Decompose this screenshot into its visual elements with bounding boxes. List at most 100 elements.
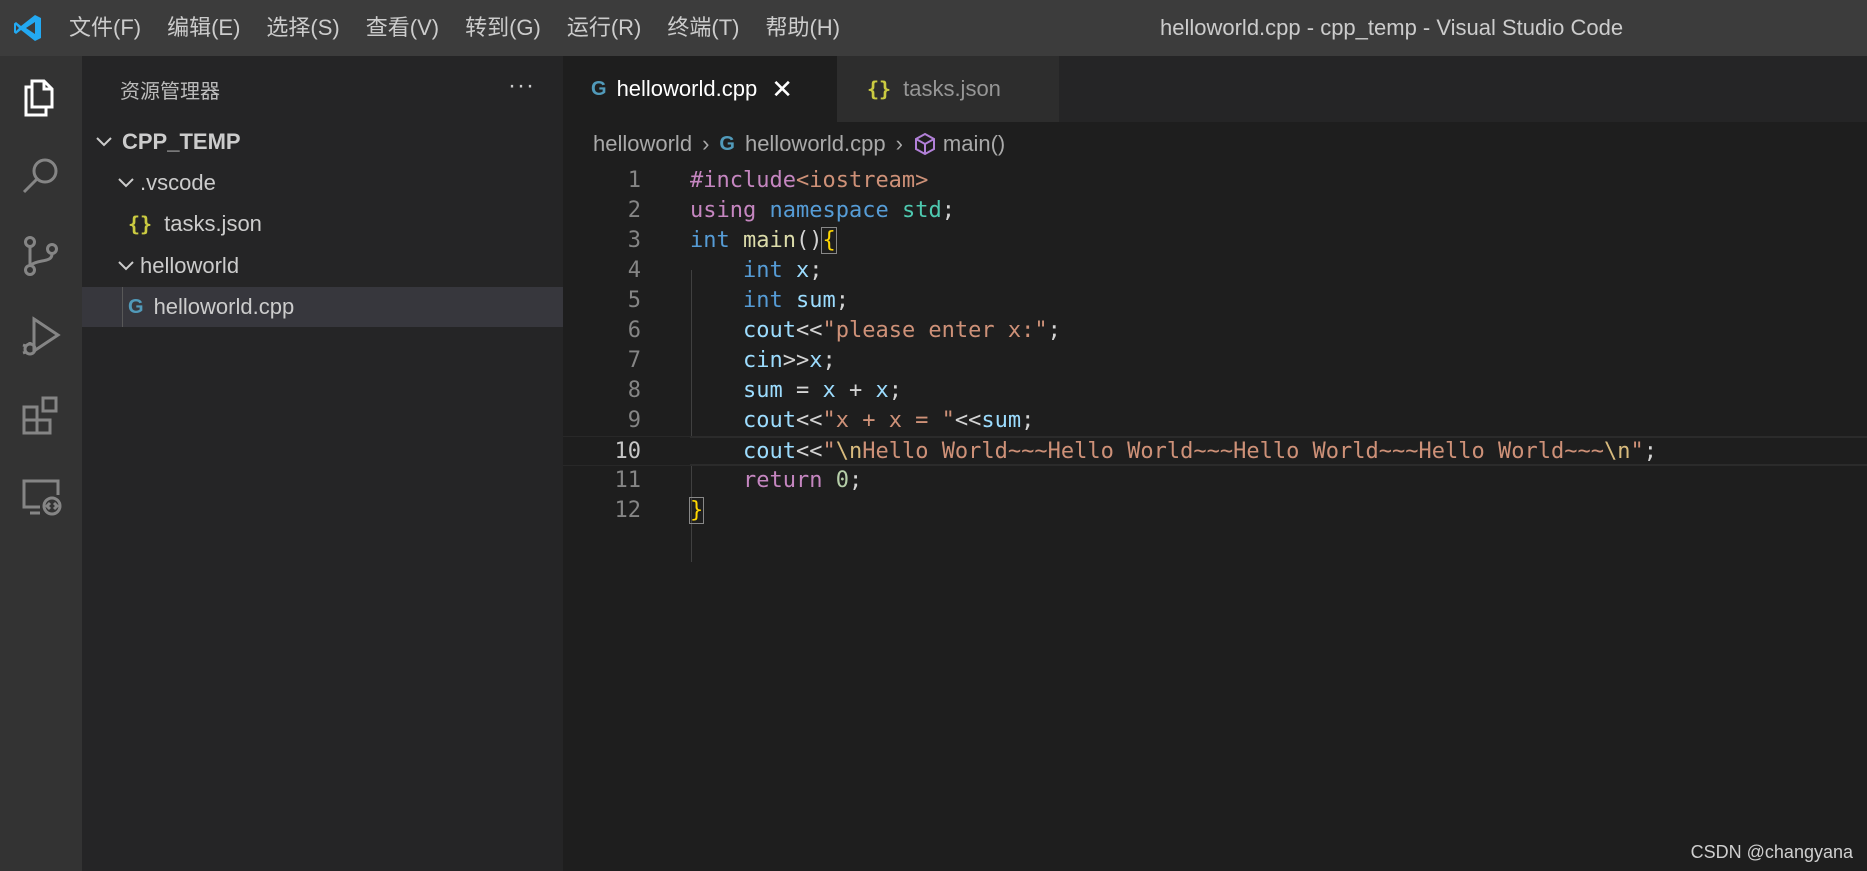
title-bar: 文件(F) 编辑(E) 选择(S) 查看(V) 转到(G) 运行(R) 终端(T…	[0, 0, 1867, 56]
code-token: \n	[835, 439, 863, 464]
cpp-file-icon: G	[591, 77, 607, 100]
breadcrumb-folder[interactable]: helloworld	[593, 131, 692, 157]
code-line[interactable]: 7 cin>>x;	[563, 346, 1867, 376]
menu-help[interactable]: 帮助(H)	[752, 0, 853, 56]
line-number: 8	[627, 378, 641, 403]
code-line[interactable]: 12}	[563, 496, 1867, 526]
tab-tasks-json[interactable]: {} tasks.json	[837, 56, 1059, 122]
tree-file-tasks-json[interactable]: {} tasks.json	[82, 204, 563, 244]
code-line[interactable]: 11 return 0;	[563, 466, 1867, 496]
more-actions-icon[interactable]: ···	[508, 72, 535, 100]
breadcrumb-file[interactable]: helloworld.cpp	[745, 131, 886, 157]
tree-root-folder[interactable]: CPP_TEMP	[82, 122, 563, 162]
menu-edit[interactable]: 编辑(E)	[154, 0, 253, 56]
tree-item-label: helloworld	[140, 253, 240, 278]
code-text: cout<<"please enter x:";	[690, 316, 1061, 346]
code-token: cout	[742, 439, 796, 464]
code-line[interactable]: 6 cout<<"please enter x:";	[563, 316, 1867, 346]
menu-file[interactable]: 文件(F)	[56, 0, 154, 56]
cpp-file-icon: G	[128, 295, 144, 318]
chevron-right-icon: ›	[702, 131, 710, 156]
extensions-icon[interactable]	[0, 376, 82, 456]
search-icon[interactable]	[0, 136, 82, 216]
code-line[interactable]: 3 int main(){	[563, 226, 1867, 256]
code-token: ;	[1643, 439, 1657, 464]
code-line[interactable]: 2 using namespace std;	[563, 196, 1867, 226]
vscode-logo-icon	[0, 0, 56, 56]
code-token: +	[835, 378, 876, 403]
run-debug-icon[interactable]	[0, 296, 82, 376]
code-line[interactable]: 10 cout<<"\nHello World~~~Hello World~~~…	[563, 436, 1867, 466]
code-text: int x;	[690, 256, 823, 286]
tab-helloworld-cpp[interactable]: G helloworld.cpp ✕	[563, 56, 837, 122]
code-token: <<	[954, 408, 982, 433]
code-token: <<	[795, 408, 823, 433]
code-token: \n	[1603, 439, 1631, 464]
code-line[interactable]: 8 sum = x + x;	[563, 376, 1867, 406]
code-token: ;	[941, 198, 955, 223]
close-icon[interactable]: ✕	[771, 74, 793, 105]
cpp-file-icon: G	[719, 132, 735, 155]
menu-run[interactable]: 运行(R)	[554, 0, 655, 56]
code-text: cin>>x;	[690, 346, 836, 376]
code-token: namespace	[769, 198, 889, 223]
code-token: ;	[888, 378, 902, 403]
code-token: int	[742, 258, 783, 283]
code-token: }	[688, 497, 705, 524]
breadcrumb-symbol[interactable]: main()	[943, 131, 1005, 157]
code-token: ;	[809, 258, 823, 283]
activity-bar	[0, 56, 82, 871]
tab-label: tasks.json	[903, 76, 1001, 101]
menu-terminal[interactable]: 终端(T)	[654, 0, 752, 56]
line-number: 10	[614, 439, 642, 464]
code-token: main	[743, 228, 796, 253]
code-text: }	[688, 496, 705, 526]
code-token: ()	[795, 228, 823, 253]
explorer-icon[interactable]	[0, 56, 82, 136]
remote-explorer-icon[interactable]	[0, 456, 82, 536]
explorer-sidebar: 资源管理器 ··· CPP_TEMP .vscode {} tasks.json…	[82, 56, 563, 871]
menu-selection[interactable]: 选择(S)	[253, 0, 352, 56]
code-token: ;	[848, 468, 863, 493]
code-token: x	[809, 348, 823, 373]
menu-go[interactable]: 转到(G)	[452, 0, 554, 56]
code-token: ;	[1047, 318, 1061, 343]
code-token: sum	[795, 288, 836, 313]
source-control-icon[interactable]	[0, 216, 82, 296]
code-token: x	[875, 378, 889, 403]
chevron-down-icon	[118, 178, 134, 188]
tree-file-helloworld-cpp[interactable]: G helloworld.cpp	[82, 287, 563, 327]
line-number: 5	[627, 288, 641, 313]
json-file-icon: {}	[867, 77, 892, 101]
code-token: ;	[822, 348, 836, 373]
code-line[interactable]: 4 int x;	[563, 256, 1867, 286]
code-line[interactable]: 9 cout<<"x + x = "<<sum;	[563, 406, 1867, 436]
code-token: =	[782, 378, 823, 403]
menu-view[interactable]: 查看(V)	[353, 0, 452, 56]
code-line[interactable]: 5 int sum;	[563, 286, 1867, 316]
code-text: using namespace std;	[690, 196, 955, 226]
code-text: cout<<"x + x = "<<sum;	[690, 406, 1034, 436]
code-line[interactable]: 1 #include<iostream>	[563, 166, 1867, 196]
tree-folder-helloworld[interactable]: helloworld	[82, 246, 563, 286]
code-editor[interactable]: 1 #include<iostream> 2 using namespace std;…	[563, 166, 1867, 871]
code-token: "	[1630, 439, 1644, 464]
tree-folder-vscode[interactable]: .vscode	[82, 163, 563, 203]
menu-bar: 文件(F) 编辑(E) 选择(S) 查看(V) 转到(G) 运行(R) 终端(T…	[56, 0, 853, 56]
line-number: 7	[627, 348, 641, 373]
code-token: "x + x = "	[822, 408, 955, 433]
code-token: cout	[742, 318, 796, 343]
tree-item-label: tasks.json	[164, 211, 262, 236]
